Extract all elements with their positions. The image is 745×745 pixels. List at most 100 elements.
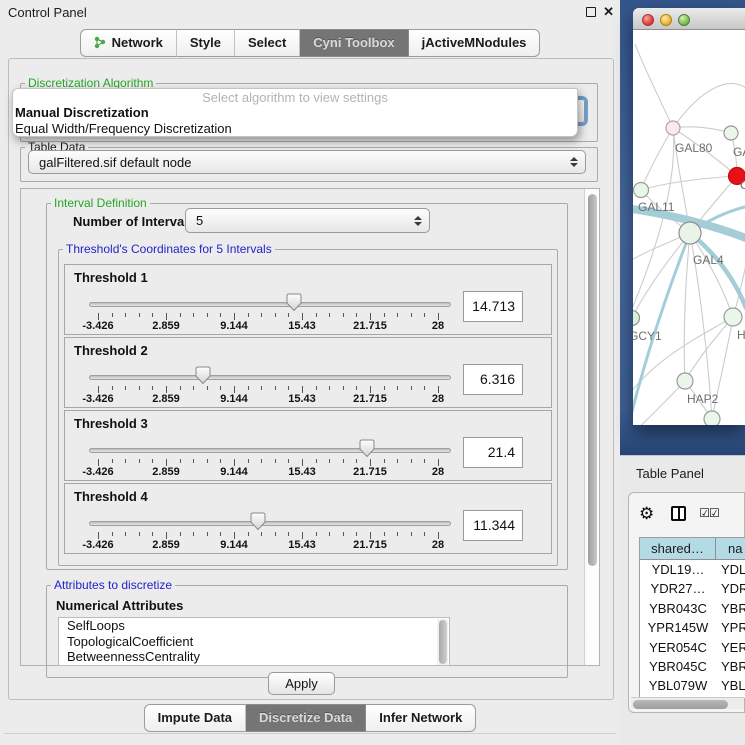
bottom-tab-label: Impute Data (158, 710, 232, 725)
column-layout-icon[interactable] (671, 506, 686, 521)
network-node[interactable] (679, 222, 701, 244)
slider-thumb[interactable] (286, 293, 302, 312)
tab-select[interactable]: Select (235, 29, 300, 57)
bottom-tab-infer-network[interactable]: Infer Network (366, 704, 476, 732)
column-header-name[interactable]: na (716, 538, 745, 559)
table-data-combo[interactable]: galFiltered.sif default node (28, 150, 586, 174)
network-node[interactable] (633, 311, 640, 326)
threshold-value-input[interactable]: 11.344 (463, 510, 523, 541)
table-row[interactable]: YDL19…YDL1 (640, 560, 745, 579)
table-row[interactable]: YDR27…YDR2 (640, 579, 745, 598)
network-node[interactable] (666, 121, 680, 135)
algorithm-item-manual[interactable]: Manual Discretization (13, 105, 577, 121)
network-edge[interactable] (633, 381, 685, 425)
network-edge[interactable] (633, 128, 674, 330)
network-node-label: GAL80 (675, 141, 713, 155)
table-row[interactable]: YPR145WYPR1 (640, 618, 745, 637)
attribute-list-item[interactable]: SelfLoops (59, 618, 449, 634)
attributes-list-scrollbar[interactable] (437, 619, 448, 666)
cell-name[interactable]: YBL0 (716, 676, 745, 695)
cell-name[interactable]: YPR1 (716, 618, 745, 637)
select-columns-checkbox-icons[interactable]: ☑☑ (699, 506, 719, 520)
close-icon[interactable]: ✕ (603, 7, 614, 17)
bottom-tab-discretize-data[interactable]: Discretize Data (246, 704, 366, 732)
table-row[interactable]: YER054CYER0 (640, 638, 745, 657)
float-window-icon[interactable] (586, 7, 596, 17)
network-node[interactable] (634, 183, 649, 198)
network-node[interactable] (704, 411, 720, 425)
network-view-window[interactable]: GAL80GACGAL11GAL4GCY1HHAP2 (633, 8, 745, 425)
close-traffic-icon[interactable] (642, 14, 654, 26)
bottom-tab-impute-data[interactable]: Impute Data (144, 704, 246, 732)
cell-shared-name[interactable]: YPR145W (640, 618, 716, 637)
cell-name[interactable]: YER0 (716, 638, 745, 657)
network-edge[interactable] (673, 127, 731, 133)
cell-name[interactable]: YDR2 (716, 579, 745, 598)
slider-track[interactable] (89, 448, 451, 453)
cell-shared-name[interactable]: YDL19… (640, 560, 716, 579)
tab-cyni-toolbox[interactable]: Cyni Toolbox (300, 29, 408, 57)
cell-name[interactable]: YBR0 (716, 657, 745, 676)
cell-shared-name[interactable]: YER054C (640, 638, 716, 657)
zoom-traffic-icon[interactable] (678, 14, 690, 26)
cell-shared-name[interactable]: YBR043C (640, 599, 716, 618)
cell-shared-name[interactable]: YBR045C (640, 657, 716, 676)
tab-style[interactable]: Style (177, 29, 235, 57)
slider-thumb[interactable] (195, 366, 211, 385)
numerical-attributes-list[interactable]: SelfLoopsTopologicalCoefficientBetweenne… (58, 617, 450, 666)
gear-icon[interactable]: ⚙ (639, 505, 654, 522)
threshold-value-input[interactable]: 14.713 (463, 291, 523, 322)
attribute-list-item[interactable]: BetweennessCentrality (59, 649, 449, 665)
network-node[interactable] (724, 126, 738, 140)
slider-track[interactable] (89, 375, 451, 380)
algorithm-prompt-item[interactable]: Select algorithm to view settings (13, 89, 577, 105)
network-edge[interactable] (685, 317, 733, 381)
node-table[interactable]: shared… na YDL19…YDL1YDR27…YDR2YBR043CYB… (639, 537, 745, 699)
cell-shared-name[interactable]: YDR27… (640, 579, 716, 598)
minimize-traffic-icon[interactable] (660, 14, 672, 26)
bottom-tab-label: Infer Network (379, 710, 462, 725)
table-panel-titlebar: Table Panel (620, 455, 745, 490)
network-window-titlebar[interactable] (633, 8, 745, 30)
threshold-value-input[interactable]: 6.316 (463, 364, 523, 395)
slider-thumb[interactable] (359, 439, 375, 458)
apply-button[interactable]: Apply (268, 672, 335, 695)
vertical-scrollbar[interactable] (584, 189, 599, 665)
cell-shared-name[interactable]: YBL079W (640, 676, 716, 695)
slider-track[interactable] (89, 521, 451, 526)
table-row[interactable]: YBR045CYBR0 (640, 657, 745, 676)
threshold-slider[interactable]: -3.4262.8599.14415.4321.71528 (65, 338, 485, 409)
network-edge[interactable] (684, 233, 690, 381)
tab-jactivemnodules[interactable]: jActiveMNodules (409, 29, 541, 57)
threshold-slider[interactable]: -3.4262.8599.14415.4321.71528 (65, 411, 485, 482)
attribute-list-item[interactable]: TopologicalCoefficient (59, 634, 449, 650)
threshold-panel-3: Threshold 3-3.4262.8599.14415.4321.71528… (64, 410, 552, 481)
table-row[interactable]: YBL079WYBL0 (640, 676, 745, 695)
slider-thumb[interactable] (250, 512, 266, 531)
table-horizontal-scrollbar[interactable] (631, 697, 744, 709)
threshold-panel-2: Threshold 2-3.4262.8599.14415.4321.71528… (64, 337, 552, 408)
algorithm-item-equal-width[interactable]: Equal Width/Frequency Discretization (13, 121, 577, 137)
slider-track[interactable] (89, 302, 451, 307)
network-edge[interactable] (673, 83, 745, 128)
network-edge-highlighted[interactable] (690, 233, 745, 308)
cytoscape-desktop: GAL80GACGAL11GAL4GCY1HHAP2 Table Panel ⚙… (620, 0, 745, 745)
panel-footer-divider (4, 733, 616, 734)
cell-name[interactable]: YDL1 (716, 560, 745, 579)
threshold-slider[interactable]: -3.4262.8599.14415.4321.71528 (65, 484, 485, 555)
combo-stepper-icon (570, 157, 578, 167)
table-row[interactable]: YBR043CYBR0 (640, 599, 745, 618)
network-canvas[interactable]: GAL80GACGAL11GAL4GCY1HHAP2 (633, 30, 745, 425)
network-node[interactable] (724, 308, 742, 326)
tab-network[interactable]: Network (80, 29, 177, 57)
tab-label: Style (190, 35, 221, 50)
column-header-shared-name[interactable]: shared… (640, 538, 716, 559)
cell-name[interactable]: YBR0 (716, 599, 745, 618)
threshold-slider[interactable]: -3.4262.8599.14415.4321.71528 (65, 265, 485, 336)
network-node[interactable] (677, 373, 693, 389)
threshold-value-input[interactable]: 21.4 (463, 437, 523, 468)
network-edge[interactable] (635, 44, 673, 128)
number-of-intervals-combo[interactable]: 5 (185, 208, 430, 233)
network-edge[interactable] (641, 128, 673, 190)
network-edge[interactable] (641, 176, 737, 190)
